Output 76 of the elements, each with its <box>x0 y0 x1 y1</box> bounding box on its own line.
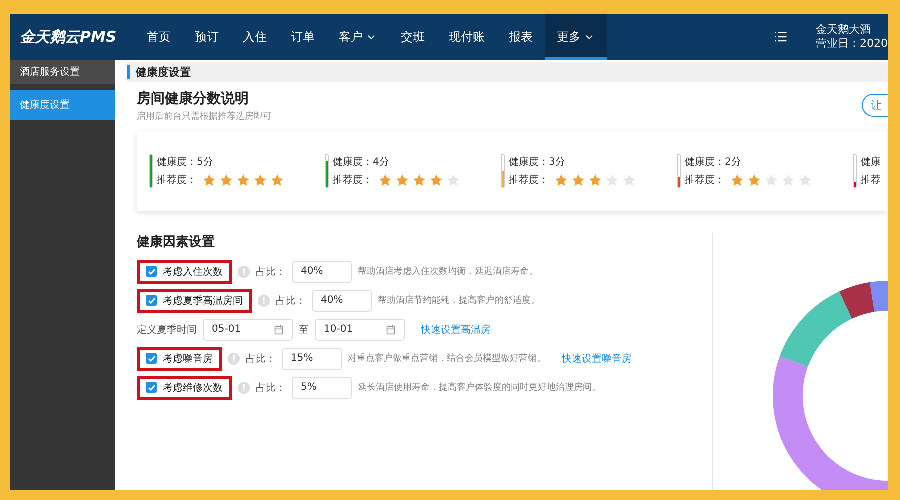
star-icon <box>237 174 250 186</box>
star-icon <box>765 174 778 186</box>
factor-description: 帮助酒店考虑入住次数均衡，延迟酒店寿命。 <box>358 266 538 278</box>
factor-checkbox[interactable]: 考虑入住次数 <box>137 260 232 284</box>
star-icon <box>379 174 392 186</box>
nav-tab[interactable]: 入住 <box>231 14 279 60</box>
factor-description: 延长酒店使用寿命，提高客户体验度的同时更好地治理房间。 <box>358 382 601 394</box>
checkbox[interactable] <box>146 353 157 364</box>
ratio-field[interactable]: 40% <box>292 260 352 282</box>
star-icon <box>447 174 460 186</box>
ratio-label: 占比： <box>246 352 276 366</box>
health-score: 健康度：4分 <box>333 156 390 169</box>
app-logo: 金天鹅云PMS <box>19 28 118 46</box>
checkbox[interactable] <box>146 382 157 393</box>
health-score: 健康度：2分 <box>685 156 742 169</box>
star-icon <box>782 174 795 186</box>
start-date-field[interactable]: 05-01 <box>203 318 293 340</box>
explanation-title: 房间健康分数说明 <box>137 90 250 108</box>
nav-tab[interactable]: 现付账 <box>437 14 497 60</box>
star-icon <box>572 174 585 186</box>
ratio-field[interactable]: 40% <box>312 290 372 312</box>
nav-tab[interactable]: 交班 <box>389 14 437 60</box>
date-separator: 至 <box>299 324 309 336</box>
factor-checkbox[interactable]: 考虑噪音房 <box>137 346 222 370</box>
explanation-subtitle: 启用后前台只需根据推荐选房即可 <box>137 110 272 123</box>
health-score: 健康度：5分 <box>157 156 214 169</box>
checkbox[interactable] <box>146 266 157 277</box>
ratio-field[interactable]: 5% <box>292 376 352 398</box>
recommend-label: 推荐度： <box>685 174 725 187</box>
recommend-label: 推荐 <box>861 174 881 187</box>
end-date-field[interactable]: 10-01 <box>315 318 405 340</box>
factor-description: 帮助酒店节约能耗，提高客户的舒适度。 <box>378 294 540 307</box>
star-icon <box>799 174 812 186</box>
ratio-label: 占比： <box>256 266 286 278</box>
sidebar-item[interactable]: 酒店服务设置 <box>10 60 115 84</box>
star-icon <box>748 174 761 186</box>
ratio-label: 占比： <box>256 382 286 394</box>
season-label: 定义夏季时间 <box>137 324 197 336</box>
star-icon <box>203 174 216 186</box>
calendar-icon <box>274 324 284 334</box>
recommend-label: 推荐度： <box>333 174 373 187</box>
star-icon <box>396 174 409 186</box>
nav-tab[interactable]: 更多 <box>545 14 607 60</box>
recommend-label: 推荐度： <box>157 174 197 187</box>
health-score: 健康度：3分 <box>509 156 566 169</box>
star-icon <box>271 174 284 186</box>
factor-description: 对重点客户做重点营销，结合会员模型做好营销。 <box>348 352 546 365</box>
nav-tab[interactable]: 客户 <box>327 14 389 60</box>
recommend-label: 推荐度： <box>509 174 549 187</box>
quick-setup-link[interactable]: 快速设置高温房 <box>421 322 491 336</box>
star-icon <box>606 174 619 186</box>
factor-checkbox[interactable]: 考虑夏季高温房间 <box>137 288 252 312</box>
nav-tab[interactable]: 报表 <box>497 14 545 60</box>
health-score: 健康 <box>861 156 881 169</box>
factors-title: 健康因素设置 <box>137 234 216 251</box>
star-icon <box>430 174 443 186</box>
section-title: 健康度设置 <box>136 64 191 80</box>
factor-checkbox[interactable]: 考虑维修次数 <box>137 376 232 400</box>
star-icon <box>623 174 636 186</box>
ratio-label: 占比： <box>276 294 306 308</box>
star-icon <box>589 174 602 186</box>
ratio-field[interactable]: 15% <box>282 348 342 370</box>
star-icon <box>254 174 267 186</box>
nav-tab[interactable]: 预订 <box>183 14 231 60</box>
business-day: 营业日：2020 <box>816 37 888 51</box>
menu-icon[interactable] <box>774 30 788 44</box>
hotel-name: 金天鹅大酒 <box>816 23 872 37</box>
star-icon <box>220 174 233 186</box>
nav-tab[interactable]: 首页 <box>135 14 183 60</box>
calendar-icon <box>386 324 396 334</box>
star-icon <box>731 174 744 186</box>
star-icon <box>413 174 426 186</box>
quick-setup-link[interactable]: 快速设置噪音房 <box>562 352 632 366</box>
star-icon <box>555 174 568 186</box>
nav-tab[interactable]: 订单 <box>279 14 327 60</box>
checkbox[interactable] <box>146 295 157 306</box>
